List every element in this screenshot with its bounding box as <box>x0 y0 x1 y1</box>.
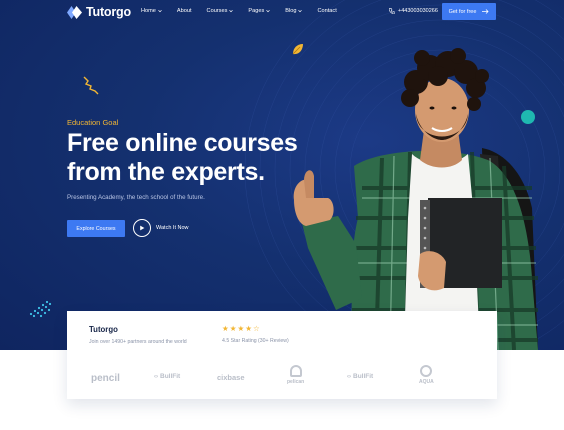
card-header: Tutorgo Join over 1490+ partners around … <box>67 311 497 351</box>
squiggle-decoration <box>83 76 99 95</box>
menu-item-label: About <box>176 8 192 14</box>
watch-video-button[interactable]: Watch It Now <box>133 219 189 237</box>
chevron-down-icon <box>298 10 303 13</box>
partner-logo-text: pelican <box>287 379 305 385</box>
hero-section: Tutorgo Home About Courses Pages Blog Contact… <box>0 0 564 350</box>
logo-text: Tutorgo <box>86 5 131 19</box>
main-menu: Home About Courses Pages Blog Contact <box>141 8 352 14</box>
star-filled-icon: ★ <box>229 324 237 333</box>
partners-card: Tutorgo Join over 1490+ partners around … <box>67 311 497 399</box>
partner-logo-text: BullFit <box>160 373 181 380</box>
menu-item-courses[interactable]: Courses <box>207 8 234 14</box>
menu-item-pages[interactable]: Pages <box>248 8 270 14</box>
play-circle <box>133 219 151 237</box>
partner-logo-pelican: pelican <box>287 365 304 385</box>
headline-line-2: from the experts. <box>67 158 265 186</box>
chevron-down-icon <box>266 10 270 13</box>
card-brand-name: Tutorgo <box>89 325 118 334</box>
watch-label: Watch It Now <box>156 225 189 231</box>
menu-item-label: Courses <box>206 8 228 14</box>
star-filled-icon: ★ <box>222 324 229 333</box>
hero-eyebrow: Education Goal <box>67 118 119 127</box>
partner-logo-bullfit: ‹› BullFit <box>154 373 180 380</box>
chevron-down-icon <box>158 10 162 13</box>
student-photo <box>293 48 538 350</box>
partner-logo-pencil: pencil <box>91 373 120 384</box>
hero-subtext: Presenting Academy, the tech school of t… <box>67 194 205 201</box>
get-for-free-label: Get for free <box>448 8 477 15</box>
chevron-down-icon <box>229 10 234 13</box>
menu-item-label: Home <box>141 8 156 14</box>
partner-logo-text: BullFit <box>353 373 374 380</box>
top-navigation: Tutorgo Home About Courses Pages Blog Contact… <box>0 0 564 24</box>
partner-logo-aqua: AQUA <box>419 365 434 385</box>
menu-item-label: Pages <box>248 8 265 14</box>
partner-logo-bullfit: ‹› BullFit <box>347 373 373 380</box>
menu-item-home[interactable]: Home <box>141 8 162 14</box>
get-for-free-button[interactable]: Get for free <box>442 3 496 20</box>
headline-line-1: Free online courses <box>67 129 298 157</box>
hero-headline: Free online courses from the experts. <box>67 129 327 187</box>
card-brand-sub: Join over 1490+ partners around the worl… <box>89 339 187 345</box>
star-filled-icon: ★ <box>237 324 245 333</box>
explore-courses-label: Explore Courses <box>76 225 116 232</box>
partner-logo-text: cixbase <box>217 373 245 382</box>
partner-logo-text: pencil <box>91 373 120 384</box>
phone-icon <box>389 8 395 14</box>
play-icon <box>140 225 145 231</box>
aqua-logo-icon <box>420 365 433 377</box>
star-empty-icon: ☆ <box>252 324 260 333</box>
bullfit-logo-icon: ‹› <box>347 373 351 380</box>
logo-diamond-icon <box>67 5 82 19</box>
phone-number: +443003030266 <box>398 8 438 14</box>
pelican-logo-icon <box>289 365 302 377</box>
menu-item-contact[interactable]: Contact <box>317 8 336 14</box>
menu-item-label: Contact <box>317 8 337 14</box>
menu-item-label: Blog <box>285 8 297 14</box>
rating-stars: ★ ★ ★ ★ ☆ <box>222 325 260 333</box>
dots-decoration <box>29 300 52 318</box>
menu-item-blog[interactable]: Blog <box>285 8 303 14</box>
arrow-right-icon <box>482 9 489 14</box>
partner-logos: pencil ‹› BullFit cixbase pelican ‹› BullFit AQ… <box>67 363 497 393</box>
partner-logo-cixbase: cixbase <box>217 373 245 382</box>
explore-courses-button[interactable]: Explore Courses <box>67 220 125 237</box>
rating-text: 4.5 Star Rating (30+ Review) <box>222 338 289 344</box>
menu-item-about[interactable]: About <box>177 8 192 14</box>
partner-logo-text: AQUA <box>419 379 434 385</box>
phone-contact[interactable]: +443003030266 <box>389 8 438 14</box>
site-logo[interactable]: Tutorgo <box>67 5 131 19</box>
star-filled-icon: ★ <box>245 324 252 333</box>
bullfit-logo-icon: ‹› <box>154 373 158 380</box>
